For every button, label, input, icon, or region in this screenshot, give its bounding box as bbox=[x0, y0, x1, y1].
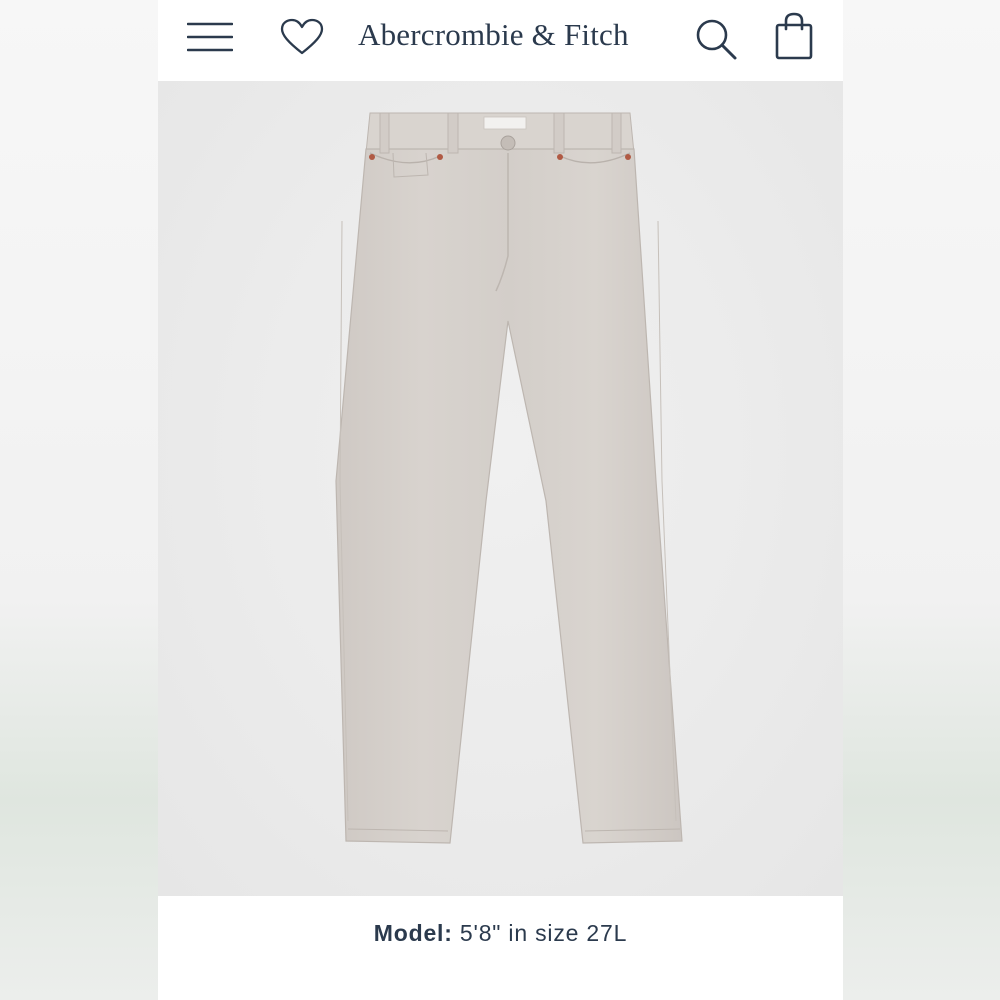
brand-logo[interactable]: Abercrombie & Fitch bbox=[358, 17, 648, 57]
search-icon bbox=[696, 19, 737, 60]
wishlist-button[interactable] bbox=[276, 14, 328, 60]
app-screen: Abercrombie & Fitch Model: 5'8" in size … bbox=[158, 0, 843, 1000]
menu-icon bbox=[187, 22, 233, 52]
top-nav-bar: Abercrombie & Fitch bbox=[158, 0, 843, 80]
background-right-blur bbox=[842, 0, 1000, 1000]
jeans-illustration bbox=[335, 112, 683, 844]
model-value: 5'8" in size 27L bbox=[459, 920, 628, 946]
model-info: Model: 5'8" in size 27L bbox=[158, 920, 843, 947]
menu-button[interactable] bbox=[184, 14, 236, 60]
search-button[interactable] bbox=[691, 14, 741, 64]
model-label: Model: bbox=[373, 920, 453, 946]
product-image[interactable] bbox=[158, 81, 843, 896]
shopping-bag-icon bbox=[775, 12, 813, 60]
heart-icon bbox=[280, 18, 324, 55]
shopping-bag-button[interactable] bbox=[770, 10, 818, 62]
background-left-blur bbox=[0, 0, 158, 1000]
